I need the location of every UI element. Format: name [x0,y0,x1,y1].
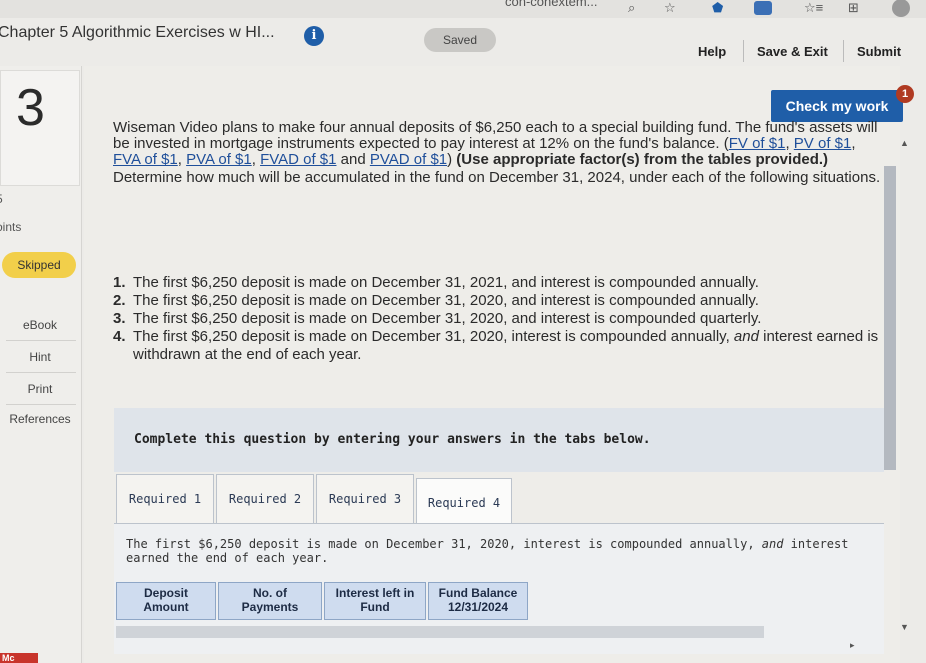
hint-link[interactable]: Hint [0,350,80,364]
fva-table-link[interactable]: FVA of $1 [113,151,178,168]
star-icon[interactable]: ☆ [664,0,676,16]
tab-required-3[interactable]: Required 3 [316,474,414,524]
list-text: The first $6,250 deposit is made on Dece… [133,274,759,291]
list-item: 2. The first $6,250 deposit is made on D… [113,292,887,310]
mcgraw-hill-logo: Mc [0,653,38,663]
status-badge: Skipped [2,252,76,278]
col-deposit-amount: Deposit Amount [116,582,216,620]
list-item: 4. The first $6,250 deposit is made on D… [113,328,887,364]
header-line: 12/31/2024 [447,600,509,614]
scroll-down-icon[interactable]: ▼ [900,622,909,632]
submit-button[interactable]: Submit [857,44,901,59]
url-fragment[interactable]: con-conextem... [505,0,598,9]
list-number: 2. [113,292,126,309]
header-line: Interest left in [335,586,415,600]
saved-status: Saved [424,28,496,52]
tab-required-4[interactable]: Required 4 [416,478,512,528]
pvad-table-link[interactable]: PVAD of $1 [370,151,447,168]
horizontal-scrollbar[interactable] [116,626,764,638]
ebook-link[interactable]: eBook [0,318,80,332]
vertical-scrollbar[interactable] [884,166,896,470]
col-fund-balance: Fund Balance 12/31/2024 [428,582,528,620]
profile-avatar[interactable] [892,0,910,17]
header-line: Fund [360,600,390,614]
assignment-title: Chapter 5 Algorithmic Exercises w HI... [0,24,275,41]
fv-table-link[interactable]: FV of $1 [729,135,786,152]
comma: , [251,151,261,168]
comma: , [785,135,794,152]
list-text-emphasis: and [733,328,759,345]
header-line: No. of [253,586,287,600]
list-number: 1. [113,274,126,291]
header-line: Deposit [143,586,188,600]
collections-icon[interactable]: ⊞ [848,0,859,16]
divider [6,340,76,341]
extension-icon[interactable] [754,1,772,15]
question-number: 3 [16,79,45,137]
header-divider [843,40,844,62]
scroll-right-icon[interactable]: ▸ [850,640,855,651]
situations-list: 1. The first $6,250 deposit is made on D… [113,274,887,364]
header-divider [743,40,744,62]
tab-description: The first $6,250 deposit is made on Dece… [126,537,886,565]
tab-desc-part: The first $6,250 deposit is made on Dece… [126,537,762,551]
divider [6,372,76,373]
comma: , [851,135,856,152]
points-value: 5 [0,192,3,206]
assignment-header: Chapter 5 Algorithmic Exercises w HI... … [0,18,926,66]
list-text-part: The first $6,250 deposit is made on Dece… [133,328,734,345]
points-label: oints [0,220,22,234]
fvad-table-link[interactable]: FVAD of $1 [260,151,336,168]
favorites-icon[interactable]: ☆≡ [804,0,823,16]
tab-desc-emphasis: and [761,537,784,551]
pva-table-link[interactable]: PVA of $1 [186,151,252,168]
col-interest-left: Interest left in Fund [324,582,426,620]
header-line: Payments [241,600,299,614]
determine-text: Determine how much will be accumulated i… [113,169,881,186]
info-icon[interactable]: i [304,26,324,46]
col-no-of-payments: No. of Payments [218,582,322,620]
list-text: The first $6,250 deposit is made on Dece… [133,328,887,364]
list-number: 3. [113,310,126,327]
shield-icon[interactable]: ⬟ [712,0,723,16]
scroll-up-icon[interactable]: ▲ [900,138,909,148]
help-button[interactable]: Help [698,44,726,59]
instruction-text: Complete this question by entering your … [134,432,651,447]
factor-note: (Use appropriate factor(s) from the tabl… [452,151,829,168]
header-line: Fund Balance [438,586,518,600]
header-line: Amount [143,600,189,614]
browser-toolbar: con-conextem... ⌕ ☆ ⬟ ☆≡ ⊞ [0,0,926,18]
save-exit-button[interactable]: Save & Exit [757,44,828,59]
list-number: 4. [113,328,126,345]
list-text: The first $6,250 deposit is made on Dece… [133,310,762,327]
check-my-work-button[interactable]: Check my work [771,90,903,122]
divider [6,404,76,405]
search-icon[interactable]: ⌕ [628,0,635,16]
and-text: and [336,151,370,168]
pv-table-link[interactable]: PV of $1 [794,135,852,152]
references-link[interactable]: References [0,412,80,426]
tab-required-1[interactable]: Required 1 [116,474,214,524]
print-link[interactable]: Print [0,382,80,396]
list-item: 3. The first $6,250 deposit is made on D… [113,310,887,328]
tab-required-2[interactable]: Required 2 [216,474,314,524]
comma: , [177,151,187,168]
list-item: 1. The first $6,250 deposit is made on D… [113,274,887,292]
attempts-badge: 1 [896,85,914,103]
list-text: The first $6,250 deposit is made on Dece… [133,292,759,309]
problem-statement: Wiseman Video plans to make four annual … [113,120,887,188]
